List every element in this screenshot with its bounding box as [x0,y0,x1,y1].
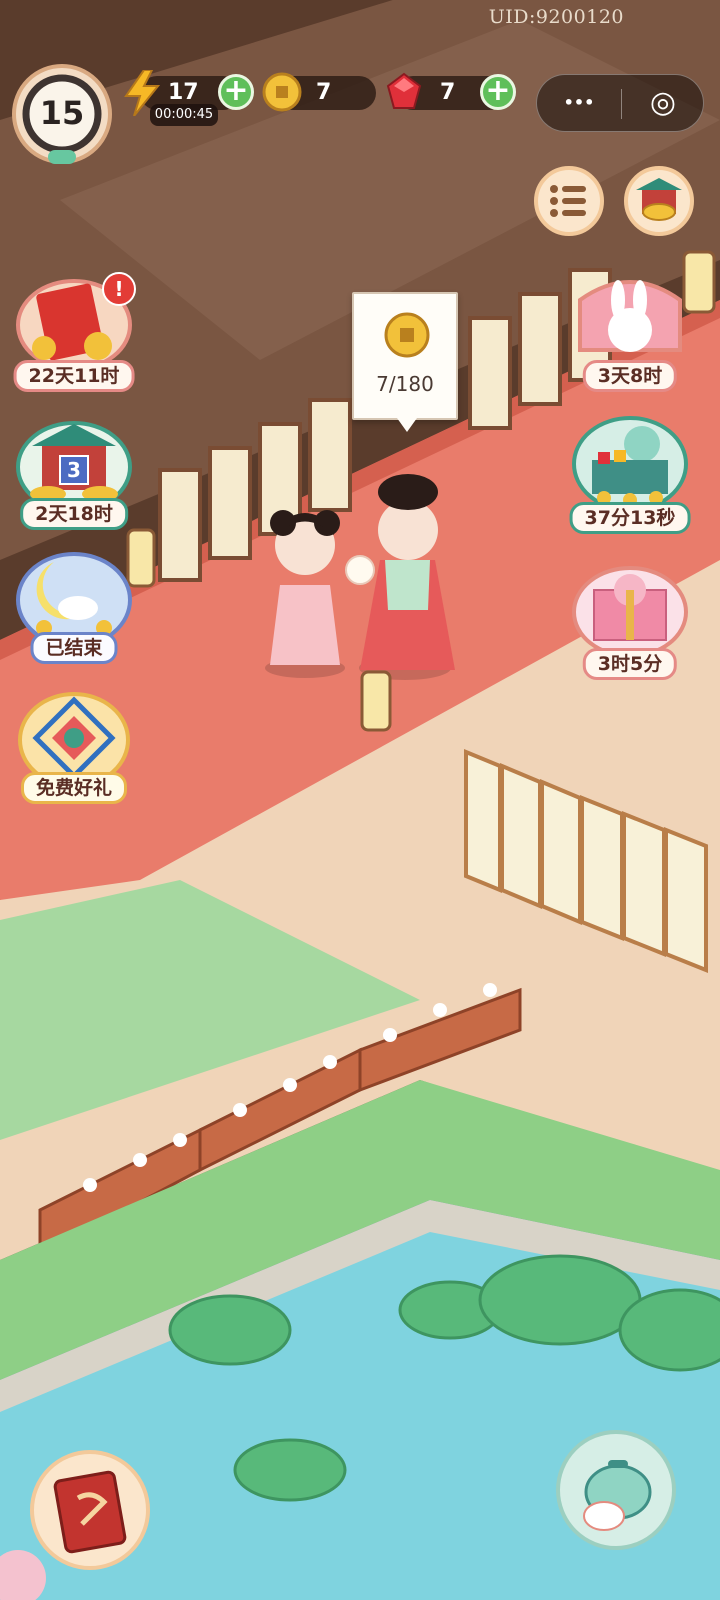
lucky-cat-chest-icon [572,416,688,512]
event-lucky-cat-chest[interactable]: 37分13秒 [569,412,691,534]
uid-label: UID:9200120 [488,6,624,28]
coin-icon [262,72,302,116]
coin-progress-text: 7/180 [376,372,434,396]
event-red-envelope[interactable]: ! 22天11时 [13,270,136,392]
energy-timer: 00:00:45 [150,104,218,126]
gold-ingot-gate-icon [636,178,682,221]
event-timer-label: 2天18时 [20,498,128,530]
pink-gift-box-icon [572,566,688,658]
close-button[interactable]: ◎ [622,75,704,131]
add-energy-button[interactable]: + [218,74,254,110]
task-list-button[interactable] [534,166,604,236]
alert-badge: ! [102,272,136,306]
event-rabbit-blossom[interactable]: 3天8时 [570,270,690,392]
event-timer-label: 22天11时 [13,360,135,392]
white-rabbit-icon [578,280,682,352]
event-pavilion-stage[interactable]: 3 2天18时 [14,412,134,532]
event-timer-label: 3时5分 [582,648,678,680]
teapot-rabbit-button[interactable] [556,1430,676,1550]
coin-progress-tooltip: 7/180 [352,292,458,432]
event-timer-label: 3天8时 [582,360,678,392]
event-free-gift[interactable]: 免费好礼 [14,688,134,808]
level-number: 15 [39,94,85,132]
stage-number: 3 [67,458,81,482]
coin-icon [384,312,430,362]
level-badge[interactable]: 15 [8,64,116,172]
coin-value: 7 [316,80,332,105]
event-moon-rabbit[interactable]: 已结束 [14,548,134,668]
event-timer-label: 37分13秒 [569,502,691,534]
add-gems-button[interactable]: + [480,74,516,110]
red-gem-icon [384,72,424,116]
miniprogram-capsule: ••• ◎ [536,74,704,132]
shop-gate-button[interactable] [624,166,694,236]
list-icon [550,185,586,217]
red-book-icon [53,1470,127,1554]
event-gift-box[interactable]: 3时5分 [570,560,690,680]
free-gift-label: 免费好礼 [20,772,128,804]
album-book-button[interactable] [30,1450,150,1570]
gem-value: 7 [440,80,456,105]
more-button[interactable]: ••• [537,75,621,131]
event-ended-label: 已结束 [30,632,118,664]
teapot-icon [583,1460,652,1531]
